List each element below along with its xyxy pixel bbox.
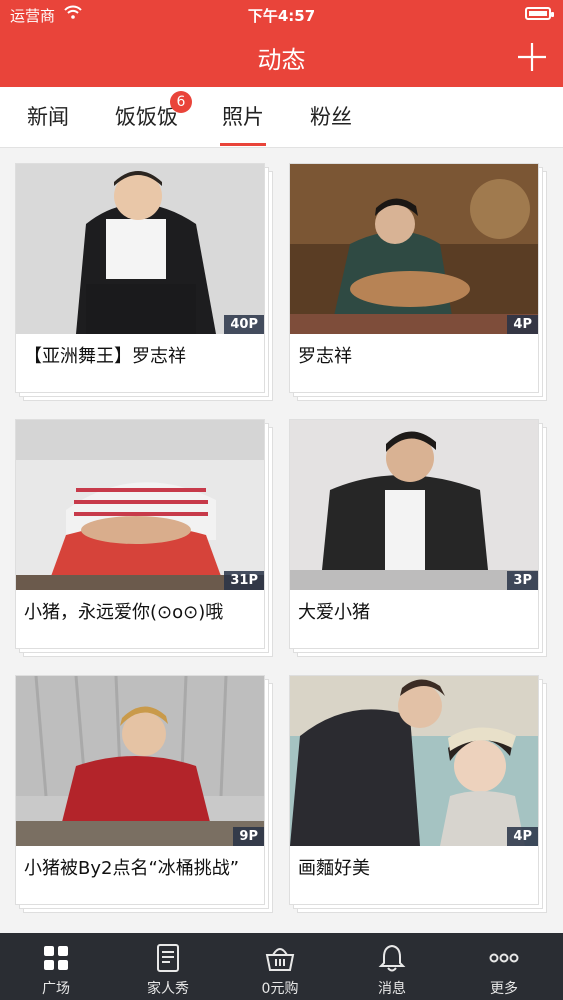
tab-fans-circle[interactable]: 饭饭饭 6 <box>115 87 192 147</box>
photo-count: 40P <box>224 315 264 334</box>
tabbar-label: 更多 <box>490 981 518 997</box>
page-title: 动态 <box>257 46 306 74</box>
album-cover-photo: 3P <box>290 420 538 590</box>
tabbar-label: 家人秀 <box>147 981 189 997</box>
album-caption: 罗志祥 <box>298 346 352 367</box>
tab-fans[interactable]: 粉丝 <box>310 87 352 147</box>
grid-icon <box>44 946 68 970</box>
album-card[interactable]: 9P 小猪被By2点名“冰桶挑战” <box>15 675 273 913</box>
tabbar-label: 0元购 <box>261 981 299 997</box>
category-tabs: 新闻 饭饭饭 6 照片 粉丝 <box>0 87 563 148</box>
clock: 下午4:57 <box>247 7 316 25</box>
tabbar-label: 消息 <box>378 981 406 997</box>
bottom-tab-bar: 广场 家人秀 0元购 消息 更多 <box>0 933 563 1000</box>
notification-badge: 6 <box>170 91 192 113</box>
tabbar-item-family-show[interactable]: 家人秀 <box>112 933 224 1000</box>
album-card[interactable]: 4P 画麵好美 <box>289 675 547 913</box>
album-card[interactable]: 40P 【亚洲舞王】罗志祥 <box>15 163 273 401</box>
photo-album-grid: 40P 【亚洲舞王】罗志祥 4P 罗志祥 31P 小猪，永远爱你(⊙o⊙)哦 3… <box>0 148 563 933</box>
album-caption: 小猪，永远爱你(⊙o⊙)哦 <box>24 602 224 623</box>
photo-count: 9P <box>233 827 264 846</box>
tab-label: 粉丝 <box>310 105 352 129</box>
tab-photos[interactable]: 照片 <box>220 87 266 147</box>
photo-count: 4P <box>507 315 538 334</box>
album-card[interactable]: 4P 罗志祥 <box>289 163 547 401</box>
album-card[interactable]: 31P 小猪，永远爱你(⊙o⊙)哦 <box>15 419 273 657</box>
app-header: 运营商 下午4:57 动态 <box>0 0 563 87</box>
active-tab-indicator <box>220 143 266 146</box>
tab-label: 照片 <box>222 105 264 129</box>
battery-icon <box>525 7 554 20</box>
album-cover-photo: 40P <box>16 164 264 334</box>
status-bar: 运营商 下午4:57 <box>0 0 563 28</box>
tabbar-item-messages[interactable]: 消息 <box>336 933 448 1000</box>
photo-count: 3P <box>507 571 538 590</box>
tabbar-item-free-buy[interactable]: 0元购 <box>224 933 336 1000</box>
album-cover-photo: 9P <box>16 676 264 846</box>
album-caption: 【亚洲舞王】罗志祥 <box>24 346 186 367</box>
tab-news[interactable]: 新闻 <box>27 87 69 147</box>
album-cover-photo: 31P <box>16 420 264 590</box>
album-caption: 大爱小猪 <box>298 602 370 623</box>
tabbar-item-more[interactable]: 更多 <box>448 933 560 1000</box>
tab-label: 饭饭饭 <box>115 105 178 129</box>
more-icon <box>489 953 519 963</box>
album-cover-photo: 4P <box>290 164 538 334</box>
album-cover-photo: 4P <box>290 676 538 846</box>
album-caption: 小猪被By2点名“冰桶挑战” <box>24 858 240 879</box>
bell-icon <box>378 944 406 972</box>
tabbar-item-plaza[interactable]: 广场 <box>0 933 112 1000</box>
tab-label: 新闻 <box>27 105 69 129</box>
photo-count: 31P <box>224 571 264 590</box>
basket-icon <box>265 948 295 971</box>
photo-count: 4P <box>507 827 538 846</box>
album-card[interactable]: 3P 大爱小猪 <box>289 419 547 657</box>
document-icon <box>157 944 179 972</box>
album-caption: 画麵好美 <box>298 858 370 879</box>
add-icon[interactable] <box>517 42 547 72</box>
tabbar-label: 广场 <box>42 981 70 997</box>
